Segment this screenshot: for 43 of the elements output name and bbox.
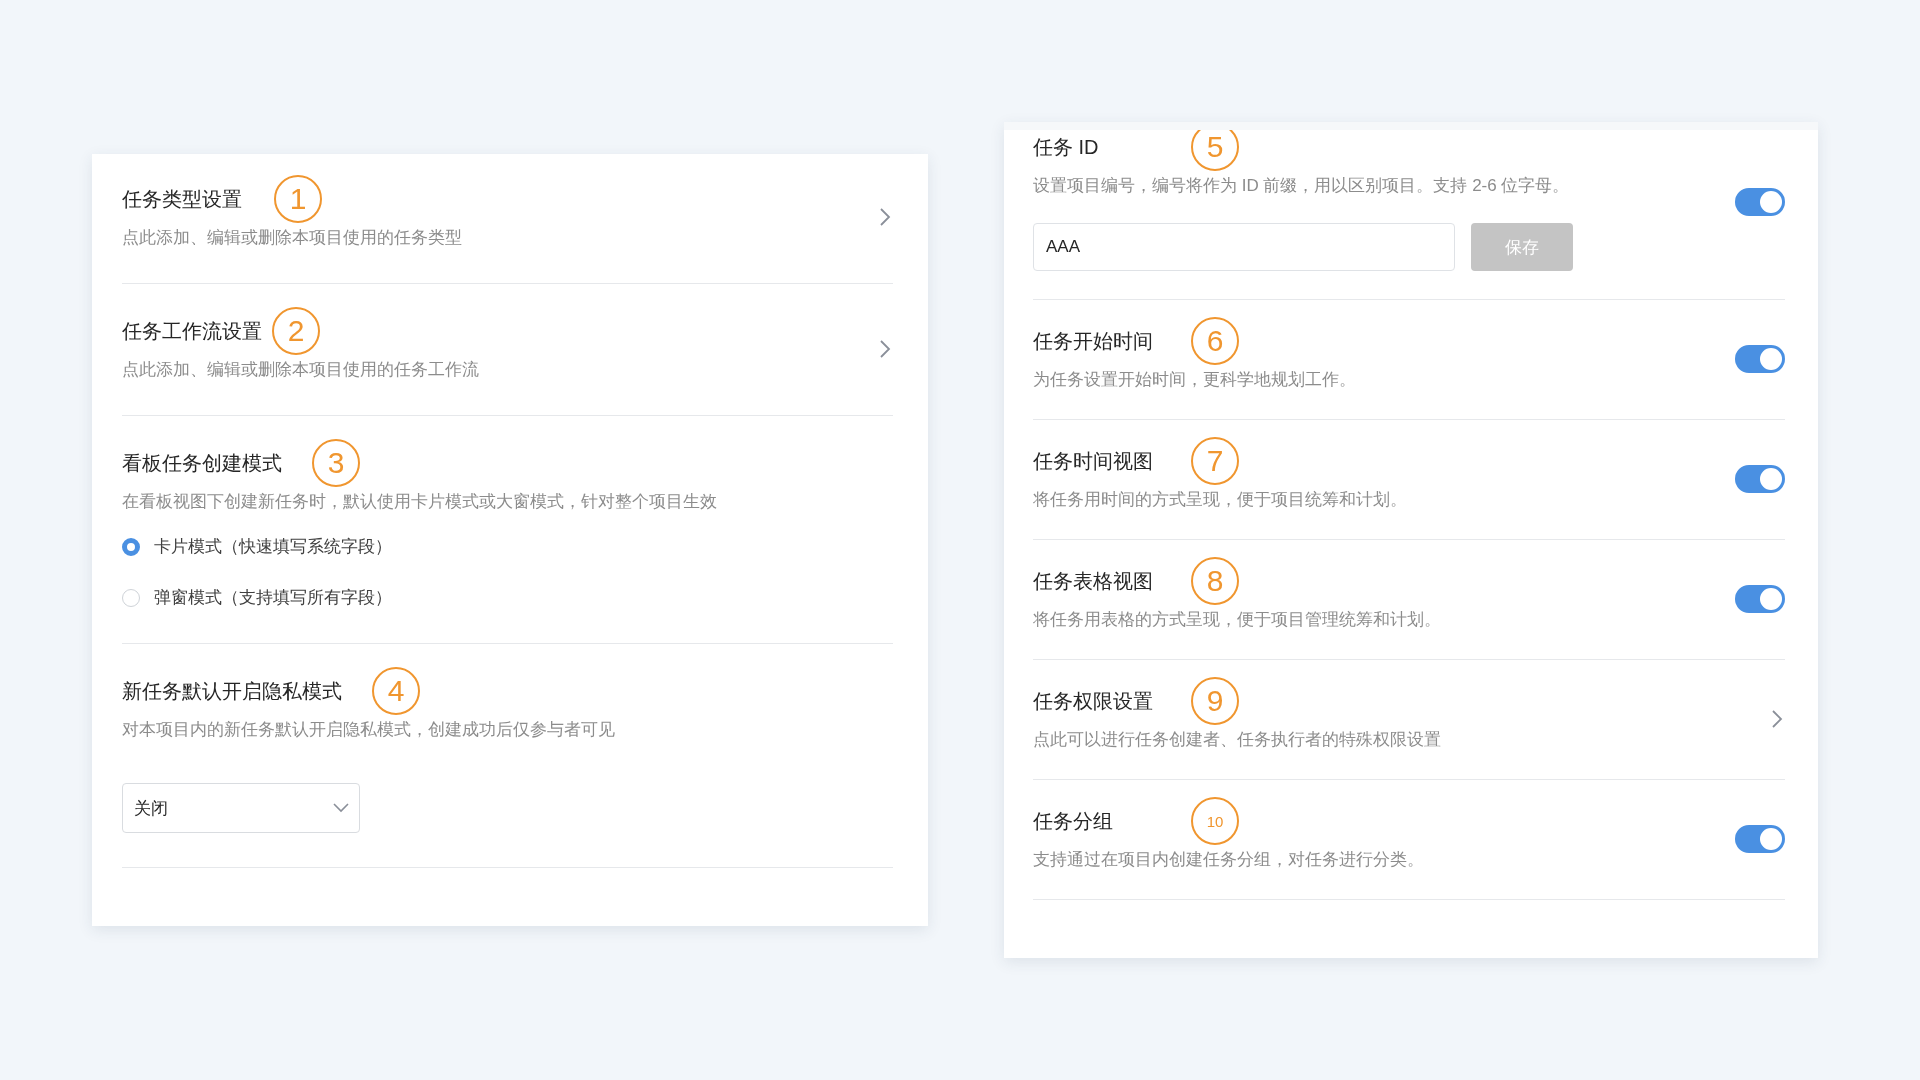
setting-description: 将任务用时间的方式呈现，便于项目统筹和计划。	[1033, 489, 1408, 511]
setting-title: 任务分组	[1033, 808, 1114, 834]
radio-option[interactable]: 弹窗模式（支持填写所有字段）	[122, 586, 893, 609]
setting-title: 任务开始时间	[1033, 328, 1154, 354]
setting-title: 任务表格视图	[1033, 568, 1154, 594]
setting-description: 支持通过在项目内创建任务分组，对任务进行分类。	[1033, 849, 1425, 871]
setting-description: 将任务用表格的方式呈现，便于项目管理统筹和计划。	[1033, 609, 1442, 631]
setting-title: 新任务默认开启隐私模式	[122, 678, 342, 704]
setting-description: 设置项目编号，编号将作为 ID 前缀，用以区别项目。支持 2-6 位字母。	[1033, 175, 1571, 197]
setting-title: 任务 ID	[1033, 134, 1100, 160]
toggle-switch[interactable]	[1735, 824, 1785, 853]
chevron-right-icon[interactable]	[1771, 708, 1783, 729]
chevron-right-icon[interactable]	[879, 206, 891, 227]
number-marker: 4	[372, 667, 420, 715]
select-dropdown[interactable]: 关闭	[122, 783, 360, 833]
chevron-down-icon	[333, 803, 349, 813]
chevron-right-icon[interactable]	[879, 338, 891, 359]
number-marker: 1	[274, 175, 322, 223]
setting-description: 对本项目内的新任务默认开启隐私模式，创建成功后仅参与者可见	[122, 719, 616, 741]
input-field[interactable]: AAA	[1033, 223, 1455, 271]
number-marker: 6	[1191, 317, 1239, 365]
number-marker: 3	[312, 439, 360, 487]
number-marker: 9	[1191, 677, 1239, 725]
number-marker: 8	[1191, 557, 1239, 605]
setting-title: 任务权限设置	[1033, 688, 1154, 714]
setting-description: 点此添加、编辑或删除本项目使用的任务类型	[122, 227, 463, 249]
setting-title: 任务时间视图	[1033, 448, 1154, 474]
number-marker: 10	[1191, 797, 1239, 845]
number-marker: 5	[1191, 130, 1239, 171]
setting-description: 在看板视图下创建新任务时，默认使用卡片模式或大窗模式，针对整个项目生效	[122, 491, 718, 513]
number-marker: 7	[1191, 437, 1239, 485]
setting-title: 看板任务创建模式	[122, 450, 282, 476]
toggle-switch[interactable]	[1735, 464, 1785, 493]
setting-title: 任务类型设置	[122, 186, 242, 212]
setting-description: 点此添加、编辑或删除本项目使用的任务工作流	[122, 359, 480, 381]
setting-description: 点此可以进行任务创建者、任务执行者的特殊权限设置	[1033, 729, 1442, 751]
setting-description: 为任务设置开始时间，更科学地规划工作。	[1033, 369, 1357, 391]
toggle-switch[interactable]	[1735, 584, 1785, 613]
toggle-switch[interactable]	[1735, 187, 1785, 216]
number-marker: 2	[272, 307, 320, 355]
toggle-switch[interactable]	[1735, 344, 1785, 373]
radio-option[interactable]: 卡片模式（快速填写系统字段）	[122, 535, 893, 558]
setting-title: 任务工作流设置	[122, 318, 262, 344]
